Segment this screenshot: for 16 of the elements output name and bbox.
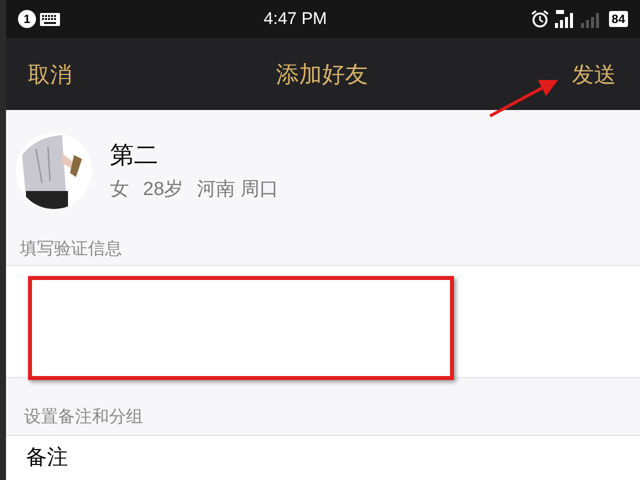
section-label: 设置备注和分组 (24, 406, 143, 428)
keyboard-icon (40, 12, 60, 26)
page-title: 添加好友 (276, 60, 368, 89)
section-label: 填写验证信息 (20, 238, 122, 260)
clock-time: 4:47 PM (264, 8, 327, 30)
profile-detail: 河南 周口 (197, 178, 278, 202)
alarm-icon (530, 10, 549, 28)
friend-name: 第二 (110, 140, 159, 171)
notification-badge: 1 (18, 10, 36, 28)
send-button[interactable]: 发送 (572, 58, 616, 90)
remark-row-label[interactable]: 备注 (26, 446, 68, 469)
profile-detail: 女 (110, 178, 129, 202)
battery-level: 84 (608, 11, 628, 27)
cancel-button[interactable]: 取消 (28, 58, 72, 90)
profile-detail: 28岁 (143, 178, 184, 202)
verification-input[interactable] (6, 266, 640, 378)
